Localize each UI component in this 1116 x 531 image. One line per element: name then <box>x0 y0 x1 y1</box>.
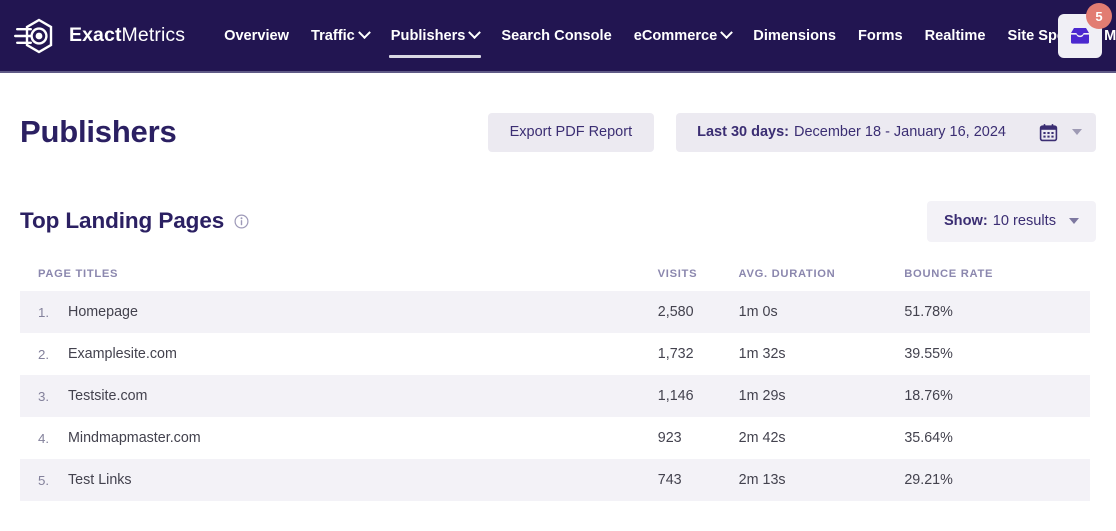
nav-item-label: Publishers <box>390 27 466 44</box>
row-bounce: 51.78% <box>904 304 953 320</box>
nav-item-overview[interactable]: Overview <box>213 0 300 72</box>
row-page-title[interactable]: Examplesite.com <box>68 346 658 362</box>
top-landing-pages-table: PAGE TITLES VISITS AVG. DURATION BOUNCE … <box>20 257 1090 501</box>
nav-item-realtime[interactable]: Realtime <box>914 0 997 72</box>
nav-item-label: Media <box>1104 27 1116 44</box>
nav-item-forms[interactable]: Forms <box>847 0 914 72</box>
row-duration: 1m 0s <box>738 304 778 320</box>
page-header: Publishers Export PDF Report Last 30 day… <box>20 73 1096 183</box>
column-header-page-titles[interactable]: PAGE TITLES <box>38 268 658 280</box>
table-header-row: PAGE TITLES VISITS AVG. DURATION BOUNCE … <box>20 257 1090 291</box>
nav-item-label: Traffic <box>311 27 355 44</box>
nav-item-publishers[interactable]: Publishers <box>380 0 491 72</box>
row-bounce: 29.21% <box>904 472 953 488</box>
info-icon[interactable] <box>234 213 249 229</box>
row-visits: 1,732 <box>657 346 694 362</box>
brand[interactable]: ExactMetrics <box>14 17 185 55</box>
row-page-title[interactable]: Testsite.com <box>68 388 658 404</box>
row-rank: 3. <box>38 388 50 404</box>
section-title: Top Landing Pages <box>20 208 225 233</box>
header-actions: Export PDF Report Last 30 days: December… <box>487 112 1096 152</box>
row-rank: 4. <box>38 430 50 446</box>
column-header-avg-duration[interactable]: AVG. DURATION <box>739 268 905 280</box>
nav-item-label: eCommerce <box>633 27 718 44</box>
table-row[interactable]: 2. Examplesite.com 1,732 1m 32s 39.55% <box>20 333 1090 375</box>
chevron-down-icon <box>468 26 482 40</box>
nav-item-label: Search Console <box>501 27 612 44</box>
row-rank: 1. <box>38 304 50 320</box>
table-row[interactable]: 3. Testsite.com 1,146 1m 29s 18.76% <box>20 375 1090 417</box>
top-navbar: ExactMetrics Overview Traffic Publishers… <box>0 0 1116 73</box>
inbox-icon <box>1071 28 1089 44</box>
row-duration: 1m 29s <box>738 388 786 404</box>
row-duration: 2m 13s <box>738 472 786 488</box>
row-visits: 1,146 <box>657 388 694 404</box>
row-page-title[interactable]: Mindmapmaster.com <box>68 430 658 446</box>
date-range-label: Last 30 days: <box>697 124 789 140</box>
show-results-select[interactable]: Show: 10 results <box>926 200 1096 242</box>
nav-item-traffic[interactable]: Traffic <box>300 0 380 72</box>
brand-name-bold: Exact <box>69 24 122 46</box>
inbox-badge: 5 <box>1086 3 1112 29</box>
chevron-down-icon <box>1069 218 1079 224</box>
row-bounce: 39.55% <box>904 346 953 362</box>
chevron-down-icon <box>1072 129 1082 135</box>
row-visits: 2,580 <box>657 304 694 320</box>
brand-name: ExactMetrics <box>69 24 185 47</box>
show-results-label: Show: <box>943 213 988 229</box>
row-rank: 5. <box>38 472 50 488</box>
row-bounce: 35.64% <box>904 430 953 446</box>
brand-name-light: Metrics <box>121 24 186 46</box>
nav-item-label: Forms <box>858 27 903 44</box>
nav-item-search-console[interactable]: Search Console <box>490 0 622 72</box>
row-duration: 1m 32s <box>738 346 786 362</box>
nav-item-label: Overview <box>224 27 289 44</box>
date-range-picker[interactable]: Last 30 days: December 18 - January 16, … <box>676 112 1096 152</box>
row-page-title[interactable]: Homepage <box>68 304 658 320</box>
table-row[interactable]: 4. Mindmapmaster.com 923 2m 42s 35.64% <box>20 417 1090 459</box>
nav-item-ecommerce[interactable]: eCommerce <box>623 0 743 72</box>
column-header-bounce-rate[interactable]: BOUNCE RATE <box>904 268 1072 280</box>
column-header-visits[interactable]: VISITS <box>658 268 739 280</box>
date-range-value: December 18 - January 16, 2024 <box>794 124 1006 140</box>
chevron-down-icon <box>357 26 371 40</box>
row-visits: 743 <box>657 472 682 488</box>
table-row[interactable]: 1. Homepage 2,580 1m 0s 51.78% <box>20 291 1090 333</box>
row-visits: 923 <box>657 430 682 446</box>
show-results-value: 10 results <box>992 213 1056 229</box>
nav-items: Overview Traffic Publishers Search Conso… <box>213 0 1116 72</box>
row-rank: 2. <box>38 346 50 362</box>
table-row[interactable]: 5. Test Links 743 2m 13s 29.21% <box>20 459 1090 501</box>
export-pdf-report-button[interactable]: Export PDF Report <box>487 112 655 152</box>
exactmetrics-logo-icon <box>14 18 53 53</box>
nav-item-label: Realtime <box>924 27 986 44</box>
chevron-down-icon <box>720 26 734 40</box>
row-bounce: 18.76% <box>904 388 953 404</box>
calendar-icon <box>1039 123 1058 141</box>
row-page-title[interactable]: Test Links <box>68 472 658 488</box>
notifications-area: 5 <box>1058 3 1112 58</box>
page-content: Publishers Export PDF Report Last 30 day… <box>0 73 1116 501</box>
section-header: Top Landing Pages Show: 10 results <box>20 193 1096 249</box>
nav-item-dimensions[interactable]: Dimensions <box>742 0 847 72</box>
row-duration: 2m 42s <box>738 430 786 446</box>
nav-item-label: Dimensions <box>753 27 837 44</box>
page-title: Publishers <box>20 114 177 149</box>
